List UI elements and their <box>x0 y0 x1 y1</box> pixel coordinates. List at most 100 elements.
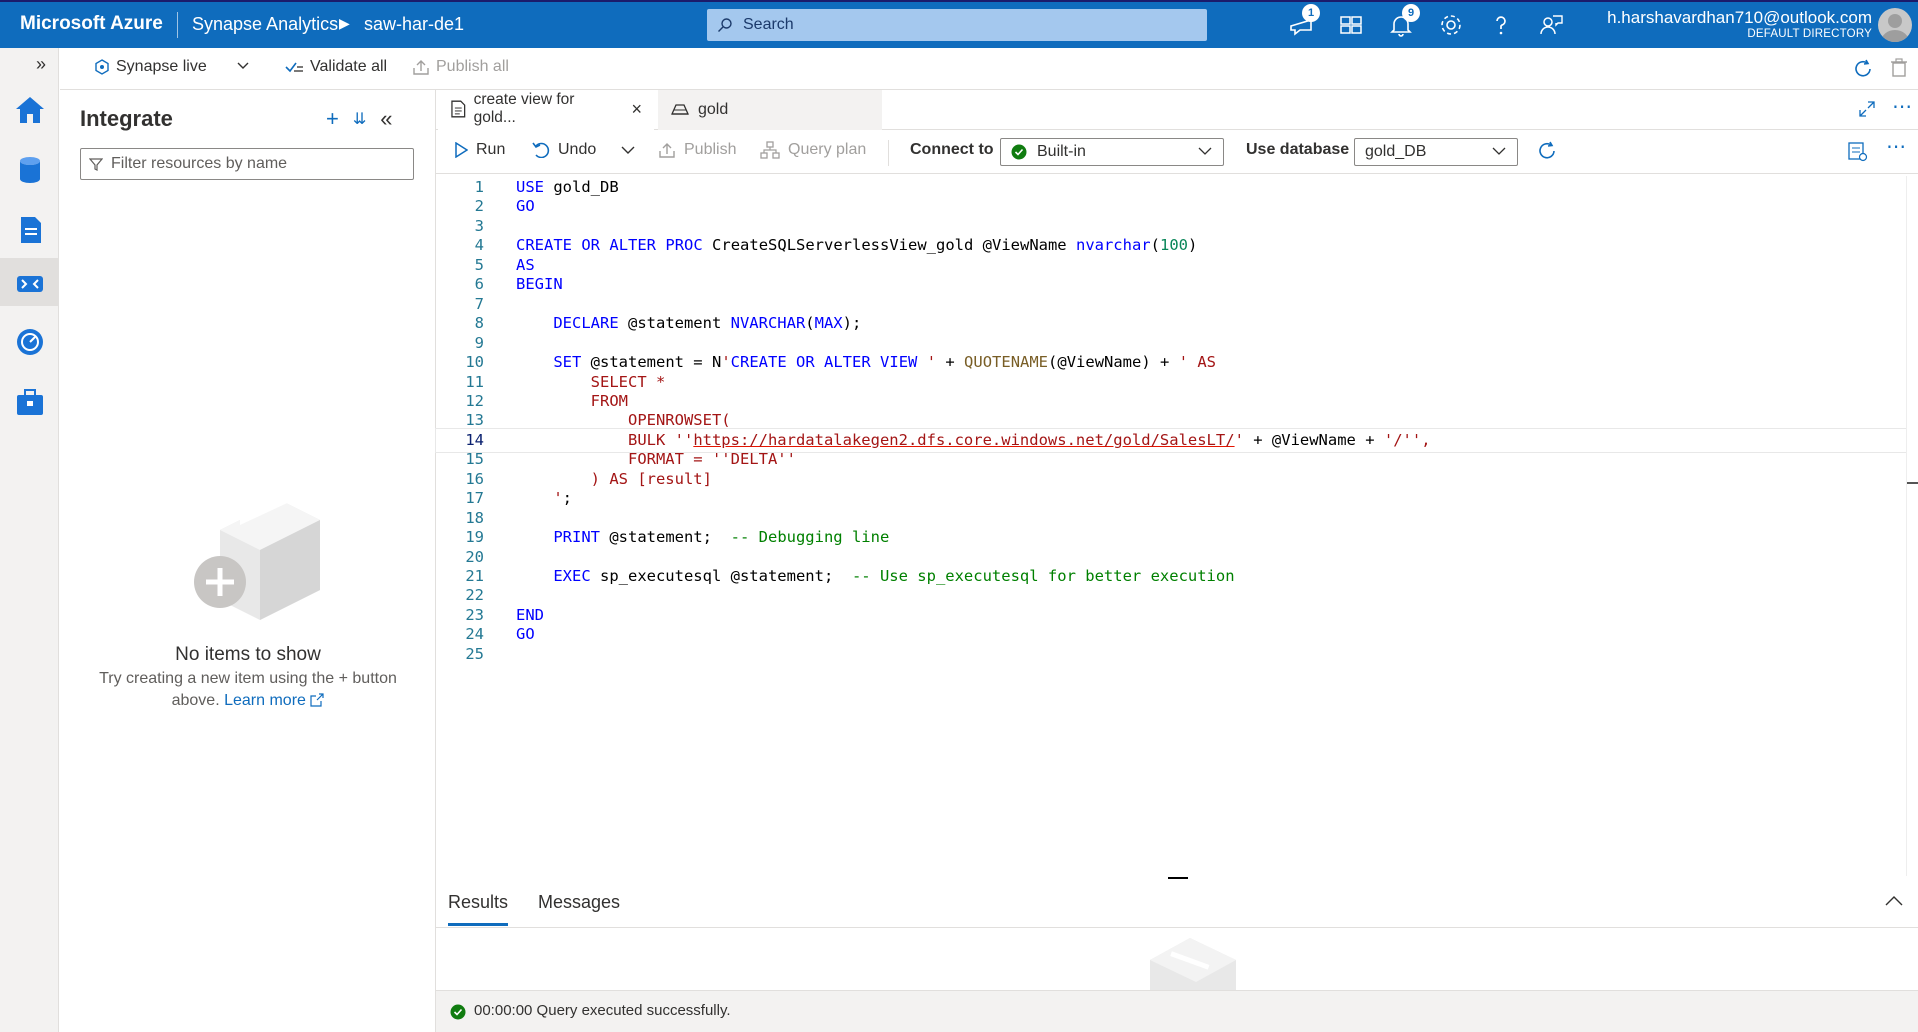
results-resize-handle[interactable] <box>1168 877 1188 879</box>
manage-icon <box>17 389 43 415</box>
monitor-icon <box>17 329 43 355</box>
breadcrumb-chevron-icon: ▶ <box>339 15 350 31</box>
filter-resources-field[interactable] <box>80 148 414 180</box>
rail-monitor[interactable] <box>0 316 59 364</box>
chevron-down-icon <box>1197 145 1213 157</box>
query-status-bar: 00:00:00 Query executed successfully. <box>436 990 1918 1032</box>
results-tabs: Results Messages <box>436 880 1918 928</box>
external-link-icon <box>310 693 324 707</box>
azure-brand[interactable]: Microsoft Azure <box>20 13 163 35</box>
properties-button[interactable] <box>1848 142 1868 162</box>
connect-to-dropdown[interactable]: Built-in <box>1000 138 1224 166</box>
panel-actions: + ⇊ « <box>326 106 393 132</box>
publish-button[interactable]: Publish <box>658 141 736 159</box>
refresh-icon <box>1539 141 1555 159</box>
breadcrumb-service[interactable]: Synapse Analytics <box>192 14 338 35</box>
breadcrumb-workspace[interactable]: saw-har-de1 <box>364 14 464 35</box>
validate-icon <box>285 62 303 73</box>
feedback-person-button[interactable] <box>1538 12 1568 40</box>
tab-create-view-label: create view for gold... <box>473 91 575 126</box>
settings-button[interactable] <box>1438 12 1468 40</box>
check-circle-icon <box>1011 144 1027 160</box>
connect-to-value: Built-in <box>1037 143 1086 160</box>
data-icon <box>20 157 40 183</box>
connect-to-text: Connect to <box>910 141 994 158</box>
empty-state-illustration <box>180 500 320 620</box>
add-resource-icon[interactable]: + <box>326 106 339 132</box>
validate-all-label: Validate all <box>310 58 388 75</box>
trash-icon <box>1891 58 1907 77</box>
tab-create-view[interactable]: create view for gold... × <box>438 90 654 130</box>
toolbar-divider <box>888 140 889 166</box>
search-icon <box>717 17 733 33</box>
undo-label: Undo <box>558 141 597 158</box>
refresh-workspace-button[interactable] <box>1852 58 1874 80</box>
help-button[interactable] <box>1488 12 1518 40</box>
tab-results[interactable]: Results <box>448 892 509 926</box>
directory-switch-button[interactable] <box>1338 12 1368 40</box>
rail-integrate[interactable] <box>0 258 59 306</box>
discard-all-button[interactable] <box>1890 58 1908 78</box>
query-status-text: 00:00:00 Query executed successfully. <box>474 1002 731 1019</box>
close-tab-icon[interactable]: × <box>631 99 642 120</box>
synapse-live-icon <box>95 59 109 75</box>
learn-more-label: Learn more <box>224 692 306 709</box>
sql-code-editor[interactable]: 1 USE gold_DB 2 GO 3 4 CREATE OR ALTER PROC Cr… <box>435 176 1907 876</box>
left-navigation-rail: » <box>0 48 59 1032</box>
search-placeholder: Search <box>743 16 794 33</box>
collapse-all-icon[interactable]: ⇊ <box>353 109 366 129</box>
learn-more-link[interactable]: Learn more <box>224 692 324 709</box>
use-database-value: gold_DB <box>1365 143 1427 160</box>
synapse-live-dropdown[interactable] <box>236 58 250 72</box>
undo-button[interactable]: Undo <box>532 141 596 159</box>
publish-all-button[interactable]: Publish all <box>412 58 509 76</box>
collapse-results-icon[interactable] <box>1884 894 1904 908</box>
synapse-live-label: Synapse live <box>116 58 207 75</box>
results-empty-illustration <box>1140 930 1240 990</box>
empty-state-title: No items to show <box>175 644 321 665</box>
tabs-more-icon[interactable]: ⋯ <box>1892 94 1912 119</box>
code-line[interactable]: 25 <box>436 643 1906 666</box>
refresh-database-button[interactable] <box>1536 140 1558 162</box>
rail-data[interactable] <box>0 144 59 192</box>
run-label: Run <box>476 141 506 158</box>
rail-develop[interactable] <box>0 204 59 252</box>
tab-messages[interactable]: Messages <box>538 892 620 923</box>
rail-home[interactable] <box>0 84 59 132</box>
notifications-button[interactable]: 9 <box>1388 4 1420 40</box>
line-number: 25 <box>465 644 484 663</box>
expand-rail-icon[interactable]: » <box>36 54 46 75</box>
develop-icon <box>21 217 41 243</box>
empty-state-description: Try creating a new item using the + butt… <box>86 668 410 712</box>
tab-gold[interactable]: gold <box>658 90 882 130</box>
sql-script-icon <box>451 100 466 118</box>
validate-all-button[interactable]: Validate all <box>284 58 387 76</box>
maximize-editor-icon[interactable] <box>1858 100 1876 118</box>
collapse-panel-icon[interactable]: « <box>380 106 392 132</box>
synapse-live-button[interactable]: Synapse live <box>94 58 207 76</box>
account-info[interactable]: h.harshavardhan710@outlook.com DEFAULT D… <box>1607 8 1872 40</box>
scrollbar-position-marker <box>1907 482 1918 484</box>
undo-dropdown[interactable] <box>620 144 636 156</box>
query-plan-button[interactable]: Query plan <box>760 141 866 159</box>
avatar[interactable] <box>1878 8 1912 42</box>
home-icon <box>16 97 44 123</box>
feedback-person-icon <box>1540 15 1563 35</box>
chevron-down-icon <box>1491 145 1507 157</box>
global-search-box[interactable]: Search <box>707 9 1207 41</box>
success-check-icon <box>450 1004 466 1020</box>
run-button[interactable]: Run <box>454 141 505 159</box>
feedback-button[interactable]: 1 <box>1288 4 1320 40</box>
filter-input[interactable] <box>111 154 407 174</box>
rail-manage[interactable] <box>0 376 59 424</box>
user-directory: DEFAULT DIRECTORY <box>1747 28 1872 40</box>
directory-icon <box>1340 16 1362 34</box>
editor-scrollbar[interactable] <box>1906 176 1918 876</box>
use-database-dropdown[interactable]: gold_DB <box>1354 138 1518 166</box>
toolbar-more-icon[interactable]: ⋯ <box>1886 134 1906 159</box>
properties-icon <box>1848 142 1868 162</box>
script-toolbar: Run Undo Publish Query plan Connect to B… <box>436 130 1918 174</box>
query-plan-label: Query plan <box>788 141 867 158</box>
integrate-icon <box>17 276 43 292</box>
topbar-divider <box>177 12 178 38</box>
